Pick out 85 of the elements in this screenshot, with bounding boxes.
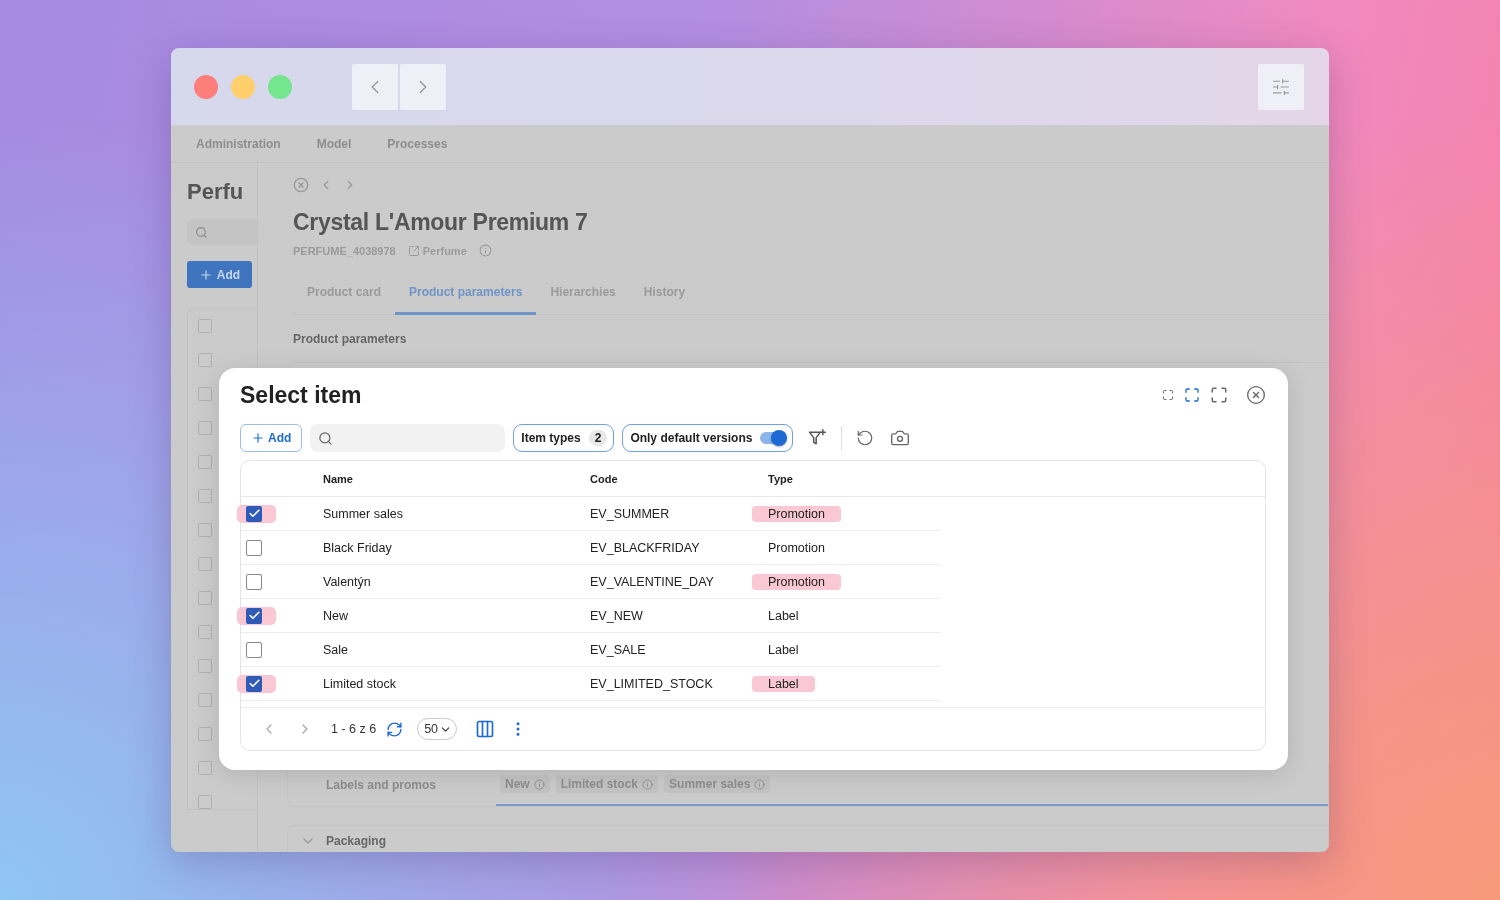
nav-item[interactable]: Model	[316, 136, 352, 151]
checkbox[interactable]	[198, 455, 212, 469]
add-button[interactable]: Add	[240, 424, 303, 452]
filter-chip[interactable]: Item types 2	[513, 424, 615, 452]
table-cell: EV_NEW	[590, 608, 643, 623]
table-cell: EV_SUMMER	[590, 506, 670, 521]
zoom-light-icon[interactable]	[268, 74, 292, 99]
checkbox[interactable]	[198, 387, 212, 401]
table-cell: New	[323, 608, 348, 623]
large-size-icon[interactable]	[1210, 386, 1228, 404]
table-cell: Black Friday	[323, 540, 392, 555]
section-title: Product parameters	[293, 315, 1329, 363]
dialog-title: Select item	[240, 381, 363, 409]
check-icon	[247, 507, 261, 520]
check-icon	[247, 677, 261, 690]
table-cell: Summer sales	[323, 506, 403, 521]
product-title: Crystal L'Amour Premium 7	[293, 209, 589, 236]
columns-icon[interactable]	[475, 719, 496, 739]
checkbox[interactable]	[198, 489, 212, 503]
search-field[interactable]	[310, 424, 506, 452]
minimize-light-icon[interactable]	[231, 74, 255, 99]
row-checkbox[interactable]	[237, 504, 276, 523]
table-cell: Valentýn	[323, 574, 371, 589]
nav-item[interactable]: Processes	[387, 136, 448, 151]
search-icon	[195, 225, 208, 239]
refresh-icon[interactable]	[386, 720, 404, 738]
external-link-icon	[407, 244, 420, 257]
column-header[interactable]: Code	[590, 472, 618, 485]
type-tag: Label	[752, 675, 815, 692]
checkbox[interactable]	[198, 625, 212, 639]
nav-item[interactable]: Administration	[196, 136, 281, 151]
checkbox[interactable]	[198, 591, 212, 605]
column-header[interactable]: Name	[323, 472, 353, 485]
checkbox[interactable]	[198, 727, 212, 741]
column-header[interactable]: Type	[768, 472, 793, 485]
table-cell: EV_SALE	[590, 642, 646, 657]
medium-size-icon[interactable]	[1184, 387, 1200, 403]
rotate-icon[interactable]	[856, 429, 875, 447]
type-tag: Promotion	[752, 573, 841, 590]
field-label: Labels and promos	[326, 778, 438, 792]
checkbox[interactable]	[198, 761, 212, 775]
plus-icon	[251, 431, 265, 445]
checkbox[interactable]	[198, 693, 212, 707]
checkbox[interactable]	[198, 353, 212, 367]
close-icon[interactable]	[1246, 385, 1266, 405]
type-tag: Promotion	[752, 539, 841, 556]
row-checkbox[interactable]	[237, 674, 276, 693]
table-cell: EV_BLACKFRIDAY	[590, 540, 700, 555]
info-icon[interactable]	[754, 778, 766, 790]
toggle-switch[interactable]	[760, 432, 787, 444]
search-icon	[318, 430, 334, 446]
forward-button[interactable]	[400, 63, 446, 110]
checkbox[interactable]	[198, 557, 212, 571]
add-button[interactable]: Add	[187, 261, 252, 288]
checkbox[interactable]	[198, 795, 212, 809]
checkbox[interactable]	[198, 421, 212, 435]
toggle-chip[interactable]: Only default versions	[622, 424, 794, 452]
page-size-select[interactable]: 50	[417, 718, 458, 740]
sliders-icon	[1271, 76, 1291, 97]
info-icon[interactable]	[478, 244, 492, 257]
camera-icon[interactable]	[890, 428, 911, 448]
table-cell: Limited stock	[323, 676, 396, 691]
plus-icon	[198, 267, 213, 282]
row-checkbox[interactable]	[237, 606, 276, 625]
type-tag: Label	[752, 641, 815, 658]
info-icon[interactable]	[642, 778, 654, 790]
table-cell: EV_VALENTINE_DAY	[590, 574, 714, 589]
back-button[interactable]	[352, 63, 398, 110]
checkbox[interactable]	[198, 659, 212, 673]
checkbox[interactable]	[198, 523, 212, 537]
check-icon	[247, 609, 261, 622]
table-cell: Sale	[323, 642, 349, 657]
sidebar-title: Perfu	[187, 179, 245, 205]
type-tag: Promotion	[752, 505, 841, 522]
section-title: Packaging	[326, 834, 387, 848]
search-field[interactable]	[187, 219, 257, 245]
small-size-icon[interactable]	[1162, 389, 1174, 401]
page-range: 1 - 6 z 6	[331, 722, 377, 736]
close-light-icon[interactable]	[194, 74, 218, 99]
type-tag: Label	[752, 607, 815, 624]
tab[interactable]: Product parameters	[395, 277, 537, 315]
checkbox[interactable]	[198, 319, 212, 333]
info-icon[interactable]	[533, 778, 545, 790]
settings-button[interactable]	[1258, 63, 1304, 110]
table-cell: EV_LIMITED_STOCK	[590, 676, 713, 691]
